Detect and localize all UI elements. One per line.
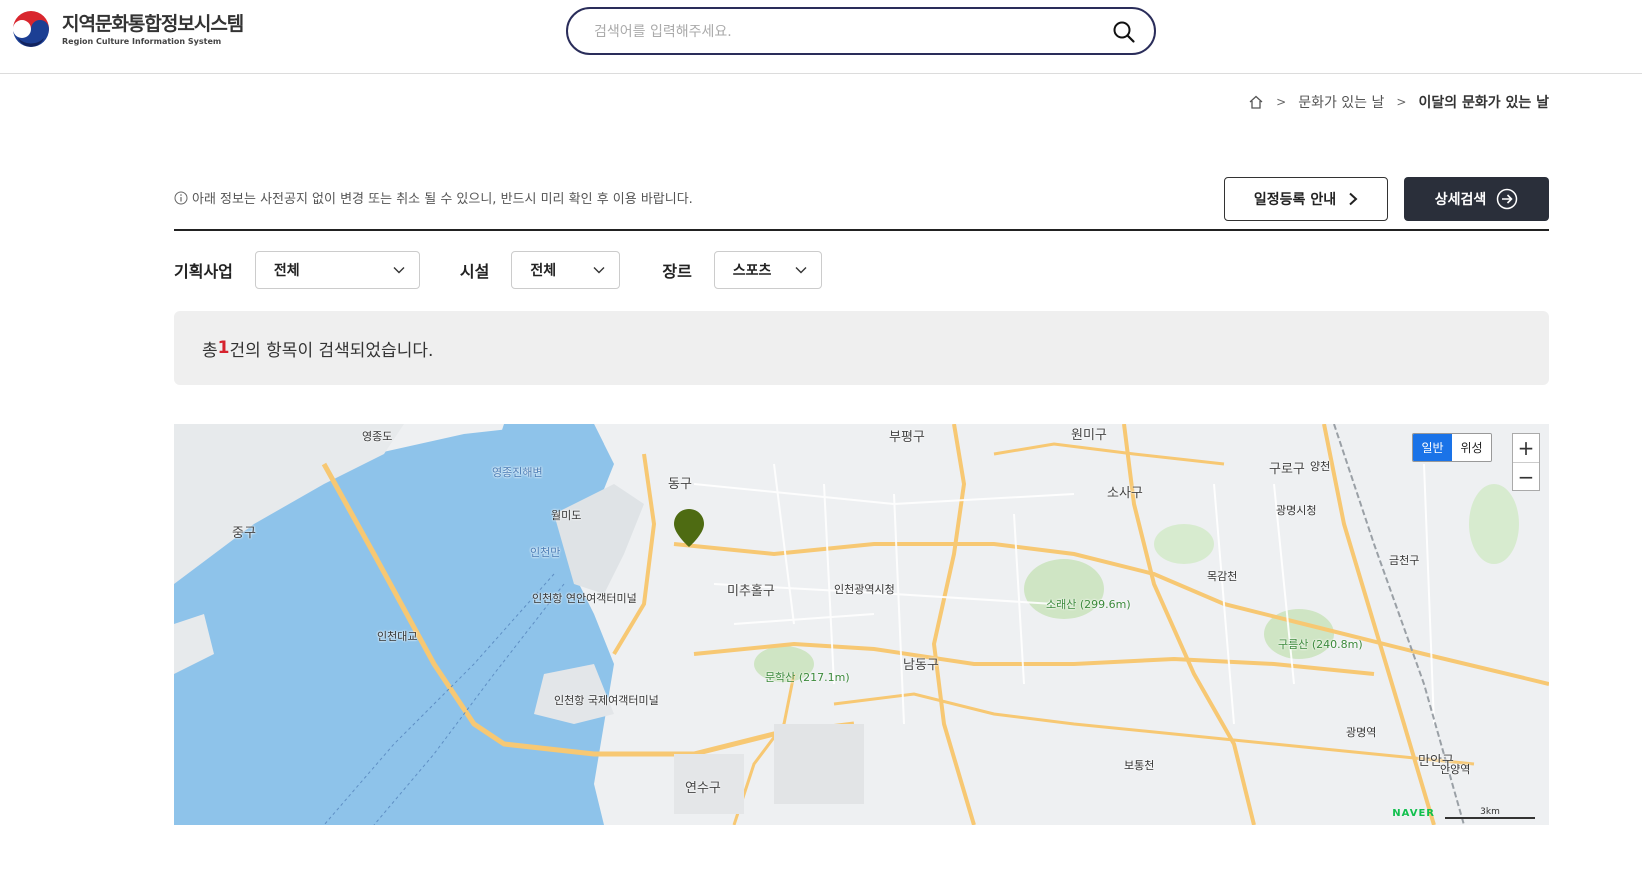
map-label: 보통천 — [1124, 759, 1155, 772]
map-label: 소래산 (299.6m) — [1046, 598, 1131, 611]
chevron-right-icon: > — [1396, 95, 1407, 109]
project-select[interactable]: 전체 — [254, 251, 420, 289]
schedule-guide-button[interactable]: 일정등록 안내 — [1224, 177, 1388, 221]
genre-select[interactable]: 스포츠 — [713, 251, 822, 289]
site-subtitle: Region Culture Information System — [62, 36, 222, 46]
section-divider — [174, 229, 1549, 231]
project-select-value: 전체 — [273, 263, 300, 279]
search-icon[interactable] — [1112, 20, 1136, 44]
result-prefix: 총 — [202, 340, 218, 361]
genre-select-value: 스포츠 — [732, 263, 772, 279]
map-label: 목감천 — [1207, 570, 1238, 583]
map-base — [174, 424, 1549, 825]
map-type-toggle: 일반 위성 — [1412, 433, 1492, 462]
site-logo[interactable]: 지역문화통합정보시스템 Region Culture Information S… — [10, 8, 244, 50]
map-type-normal-button[interactable]: 일반 — [1413, 434, 1452, 461]
chevron-down-icon — [393, 267, 405, 274]
result-summary: 총 1 건의 항목이 검색되었습니다. — [174, 311, 1549, 385]
chevron-right-icon: > — [1276, 95, 1287, 109]
facility-select[interactable]: 전체 — [511, 251, 621, 289]
arrow-right-circle-icon — [1497, 188, 1518, 210]
location-pin-icon[interactable] — [673, 508, 705, 548]
map-label: 양천 — [1310, 460, 1331, 473]
map-scale: 3km — [1445, 807, 1535, 819]
map-label: 구름산 (240.8m) — [1278, 638, 1363, 651]
home-icon[interactable] — [1248, 94, 1264, 110]
info-icon — [174, 191, 188, 204]
map-label: 원미구 — [1071, 428, 1107, 443]
map-label: 연수구 — [685, 781, 721, 796]
chevron-right-icon — [1349, 192, 1358, 206]
map-label: 문학산 (217.1m) — [765, 671, 850, 684]
naver-logo: NAVER — [1392, 808, 1435, 819]
result-suffix: 건의 항목이 검색되었습니다. — [229, 340, 434, 361]
map-label: 인천항 국제여객터미널 — [554, 694, 659, 707]
map-label: 동구 — [668, 477, 692, 492]
detail-search-button[interactable]: 상세검색 — [1404, 177, 1549, 221]
filter-label-genre: 장르 — [662, 262, 692, 281]
zoom-in-button[interactable]: + — [1513, 434, 1539, 462]
map-label: 인천대교 — [377, 630, 418, 643]
result-count: 1 — [217, 338, 230, 358]
map-label: 중구 — [232, 526, 256, 541]
filter-bar: 기획사업 전체 시설 전체 장르 스포츠 — [174, 251, 822, 289]
map-label: 인천광역시청 — [834, 583, 895, 596]
map-label: 광명역 — [1346, 726, 1377, 739]
map-label: 구로구 — [1269, 462, 1305, 477]
filter-label-project: 기획사업 — [174, 262, 233, 281]
search-bar — [566, 7, 1156, 55]
map-label: 부평구 — [889, 430, 925, 445]
map-label: 소사구 — [1107, 486, 1143, 501]
site-header: 지역문화통합정보시스템 Region Culture Information S… — [0, 0, 1642, 74]
site-title: 지역문화통합정보시스템 — [62, 12, 244, 35]
map-label: 금천구 — [1389, 554, 1420, 567]
map-label: 만안구 — [1418, 754, 1454, 769]
map-view[interactable]: 영종도 영종진해변 월미도 인천만 중구 동구 부평구 원미구 소사구 구로구 … — [174, 424, 1549, 825]
map-label: 월미도 — [551, 509, 582, 522]
chevron-down-icon — [593, 267, 605, 274]
chevron-down-icon — [795, 267, 807, 274]
map-label: 광명시청 — [1276, 504, 1317, 517]
map-label: 인천만 — [530, 546, 561, 559]
zoom-out-button[interactable]: − — [1513, 462, 1539, 490]
taegeuk-logo-icon — [11, 9, 51, 49]
filter-label-facility: 시설 — [459, 262, 490, 281]
map-label: 미추홀구 — [727, 584, 775, 599]
zoom-control: + − — [1512, 433, 1540, 491]
map-label: 인천항 연안여객터미널 — [532, 592, 637, 605]
facility-select-value: 전체 — [530, 263, 557, 279]
notice-text: 아래 정보는 사전공지 없이 변경 또는 취소 될 수 있으니, 반드시 미리 … — [174, 188, 693, 207]
search-input[interactable] — [594, 21, 1094, 43]
map-label: 영종도 — [362, 430, 393, 443]
map-label: 영종진해변 — [492, 466, 543, 479]
notice-message: 아래 정보는 사전공지 없이 변경 또는 취소 될 수 있으니, 반드시 미리 … — [192, 192, 693, 207]
map-type-satellite-button[interactable]: 위성 — [1452, 434, 1491, 461]
map-label: 남동구 — [903, 658, 939, 673]
breadcrumb-item[interactable]: 문화가 있는 날 — [1298, 92, 1384, 112]
breadcrumb: > 문화가 있는 날 > 이달의 문화가 있는 날 — [1248, 92, 1549, 112]
breadcrumb-current: 이달의 문화가 있는 날 — [1418, 95, 1549, 111]
detail-search-label: 상세검색 — [1434, 192, 1487, 208]
schedule-guide-label: 일정등록 안내 — [1253, 192, 1337, 208]
